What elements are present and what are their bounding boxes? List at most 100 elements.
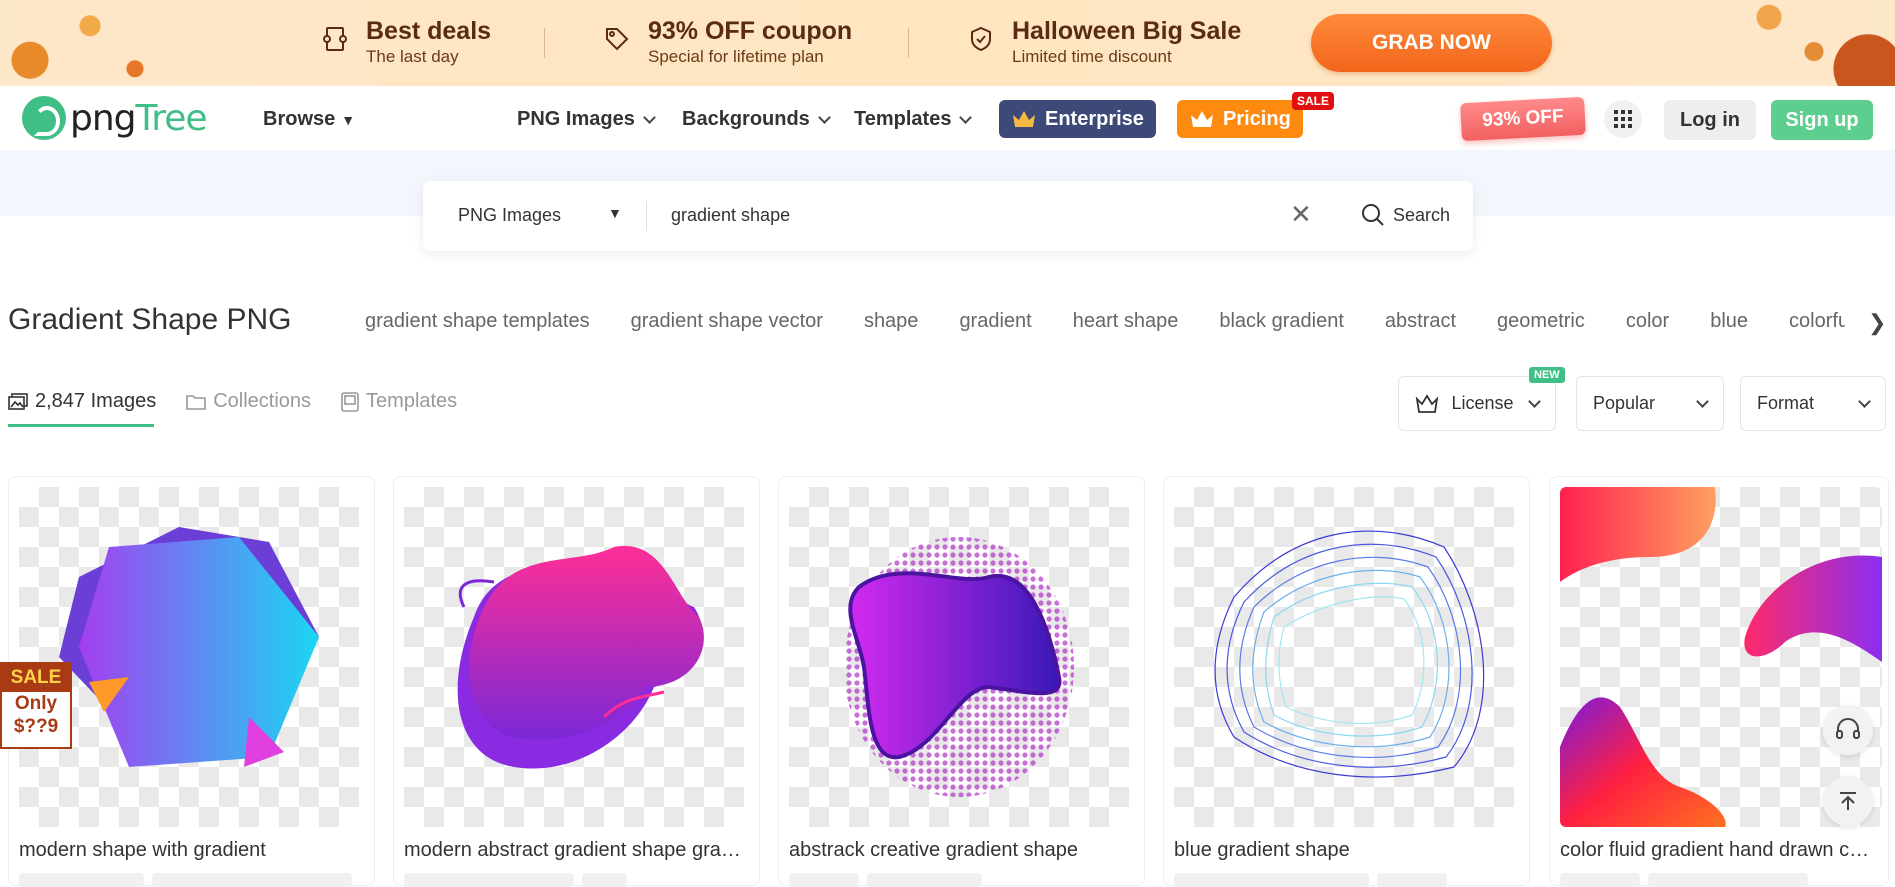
- headset-icon: [1836, 718, 1860, 739]
- chevron-down-icon: [642, 110, 656, 124]
- browse-menu[interactable]: Browse ▼: [263, 108, 355, 131]
- image-card[interactable]: blue gradient shape: [1163, 476, 1530, 887]
- chevron-down-icon: [1858, 394, 1871, 408]
- back-to-top-button[interactable]: [1823, 776, 1873, 826]
- shield-icon: [971, 26, 991, 52]
- deal-coupon: 93% OFF coupon Special for lifetime plan: [604, 16, 852, 68]
- nav-label: Templates: [854, 108, 952, 130]
- nav-label: Backgrounds: [682, 108, 810, 130]
- fluid-gradient-image: [1560, 487, 1882, 827]
- related-tag[interactable]: black gradient: [1219, 310, 1344, 333]
- pricing-button[interactable]: Pricing: [1177, 100, 1303, 138]
- nav-png-images[interactable]: PNG Images: [517, 108, 656, 131]
- sale-price-badge[interactable]: SALE Only $??9: [0, 662, 72, 749]
- related-tag[interactable]: geometric: [1497, 310, 1585, 333]
- related-tag[interactable]: gradient shape templates: [365, 310, 590, 333]
- divider: [646, 201, 647, 231]
- signup-button[interactable]: Sign up: [1771, 100, 1873, 140]
- deal-halloween: Halloween Big Sale Limited time discount: [968, 16, 1241, 68]
- related-tag[interactable]: abstract: [1385, 310, 1456, 333]
- crown-icon: [1013, 111, 1035, 127]
- deal-title: Best deals: [366, 17, 492, 45]
- related-tag[interactable]: colorful: [1789, 310, 1845, 333]
- chevron-right-icon[interactable]: ❯: [1868, 310, 1886, 336]
- crown-icon: [1191, 111, 1213, 127]
- nav-label: PNG Images: [517, 108, 635, 130]
- wireframe-wave-image: [1214, 530, 1485, 778]
- tag-icon: [606, 28, 629, 51]
- search-icon: [1362, 204, 1384, 226]
- grab-now-button[interactable]: GRAB NOW: [1311, 14, 1552, 72]
- login-button[interactable]: Log in: [1664, 100, 1756, 140]
- related-tag[interactable]: shape: [864, 310, 919, 333]
- apps-grid-icon: [1614, 110, 1632, 128]
- search-bar: PNG Images ▼ gradient shape ✕ Search: [423, 181, 1473, 251]
- card-title[interactable]: modern abstract gradient shape graphic: [404, 839, 749, 862]
- hexagon-gradient-image: [59, 527, 319, 767]
- image-thumbnail[interactable]: [789, 487, 1129, 827]
- chevron-down-icon: [817, 110, 831, 124]
- template-icon: [341, 391, 359, 412]
- image-thumbnail[interactable]: [404, 487, 744, 827]
- page-title: Gradient Shape PNG: [8, 303, 292, 336]
- arrow-up-icon: [1840, 792, 1856, 810]
- chevron-down-icon: [1696, 394, 1709, 408]
- support-button[interactable]: [1823, 705, 1873, 755]
- search-input[interactable]: gradient shape: [671, 205, 790, 226]
- deal-best-deals: Best deals The last day: [322, 16, 491, 68]
- search-button[interactable]: Search: [1361, 203, 1450, 227]
- deal-subtitle: Limited time discount: [1012, 47, 1172, 66]
- card-tags: [789, 873, 982, 887]
- folder-icon: [186, 395, 207, 410]
- ticket-icon: [323, 27, 347, 51]
- discount-badge-button[interactable]: 93% OFF: [1460, 96, 1586, 142]
- related-tag[interactable]: gradient: [959, 310, 1031, 333]
- caret-down-icon: ▼: [341, 111, 356, 128]
- deal-title: 93% OFF coupon: [648, 17, 853, 45]
- tab-collections[interactable]: Collections: [186, 390, 311, 413]
- sale-tag: SALE: [1292, 92, 1335, 110]
- chevron-down-icon: [959, 110, 973, 124]
- active-tab-indicator: [8, 424, 154, 427]
- nav-backgrounds[interactable]: Backgrounds: [682, 108, 831, 131]
- image-card[interactable]: abstrack creative gradient shape: [778, 476, 1145, 887]
- related-tags: gradient shape templates gradient shape …: [365, 310, 1845, 333]
- related-tag[interactable]: color: [1626, 310, 1669, 333]
- search-type-select[interactable]: PNG Images: [458, 205, 561, 226]
- sale-badge-line2: $??9: [13, 716, 59, 737]
- clear-search-icon[interactable]: ✕: [1290, 199, 1312, 230]
- related-tag[interactable]: blue: [1710, 310, 1748, 333]
- card-title[interactable]: color fluid gradient hand drawn collecti…: [1560, 839, 1880, 862]
- related-tag[interactable]: gradient shape vector: [631, 310, 823, 333]
- logo-wordmark: pngTree: [70, 97, 208, 139]
- filter-label: Popular: [1593, 393, 1656, 413]
- halftone-blob-image: [844, 537, 1074, 797]
- license-filter[interactable]: License: [1398, 376, 1556, 431]
- search-button-label: Search: [1393, 204, 1451, 225]
- tab-images[interactable]: 2,847 Images: [8, 390, 156, 413]
- image-thumbnail[interactable]: [1174, 487, 1514, 827]
- pumpkin-decoration: [1715, 0, 1895, 86]
- promo-banner: Best deals The last day 93% OFF coupon S…: [0, 0, 1895, 86]
- card-title[interactable]: abstrack creative gradient shape: [789, 839, 1134, 862]
- card-title[interactable]: modern shape with gradient: [19, 839, 364, 862]
- caret-down-icon[interactable]: ▼: [608, 205, 622, 221]
- divider: [544, 28, 545, 58]
- filter-label: License: [1451, 393, 1514, 413]
- format-select[interactable]: Format: [1740, 376, 1886, 431]
- nav-templates[interactable]: Templates: [854, 108, 973, 131]
- image-card[interactable]: color fluid gradient hand drawn collecti…: [1549, 476, 1889, 887]
- sort-select[interactable]: Popular: [1576, 376, 1724, 431]
- deal-title: Halloween Big Sale: [1012, 17, 1242, 45]
- tab-templates[interactable]: Templates: [341, 390, 457, 413]
- apps-grid-button[interactable]: [1604, 100, 1642, 138]
- image-thumbnail[interactable]: [1560, 487, 1882, 827]
- related-tag[interactable]: heart shape: [1073, 310, 1179, 333]
- image-card[interactable]: modern abstract gradient shape graphic: [393, 476, 760, 887]
- card-title[interactable]: blue gradient shape: [1174, 839, 1519, 862]
- enterprise-button[interactable]: Enterprise: [999, 100, 1156, 138]
- image-thumbnail[interactable]: [19, 487, 359, 827]
- pngtree-logo[interactable]: pngTree: [22, 96, 208, 140]
- divider: [908, 28, 909, 58]
- tab-label: Collections: [213, 390, 312, 412]
